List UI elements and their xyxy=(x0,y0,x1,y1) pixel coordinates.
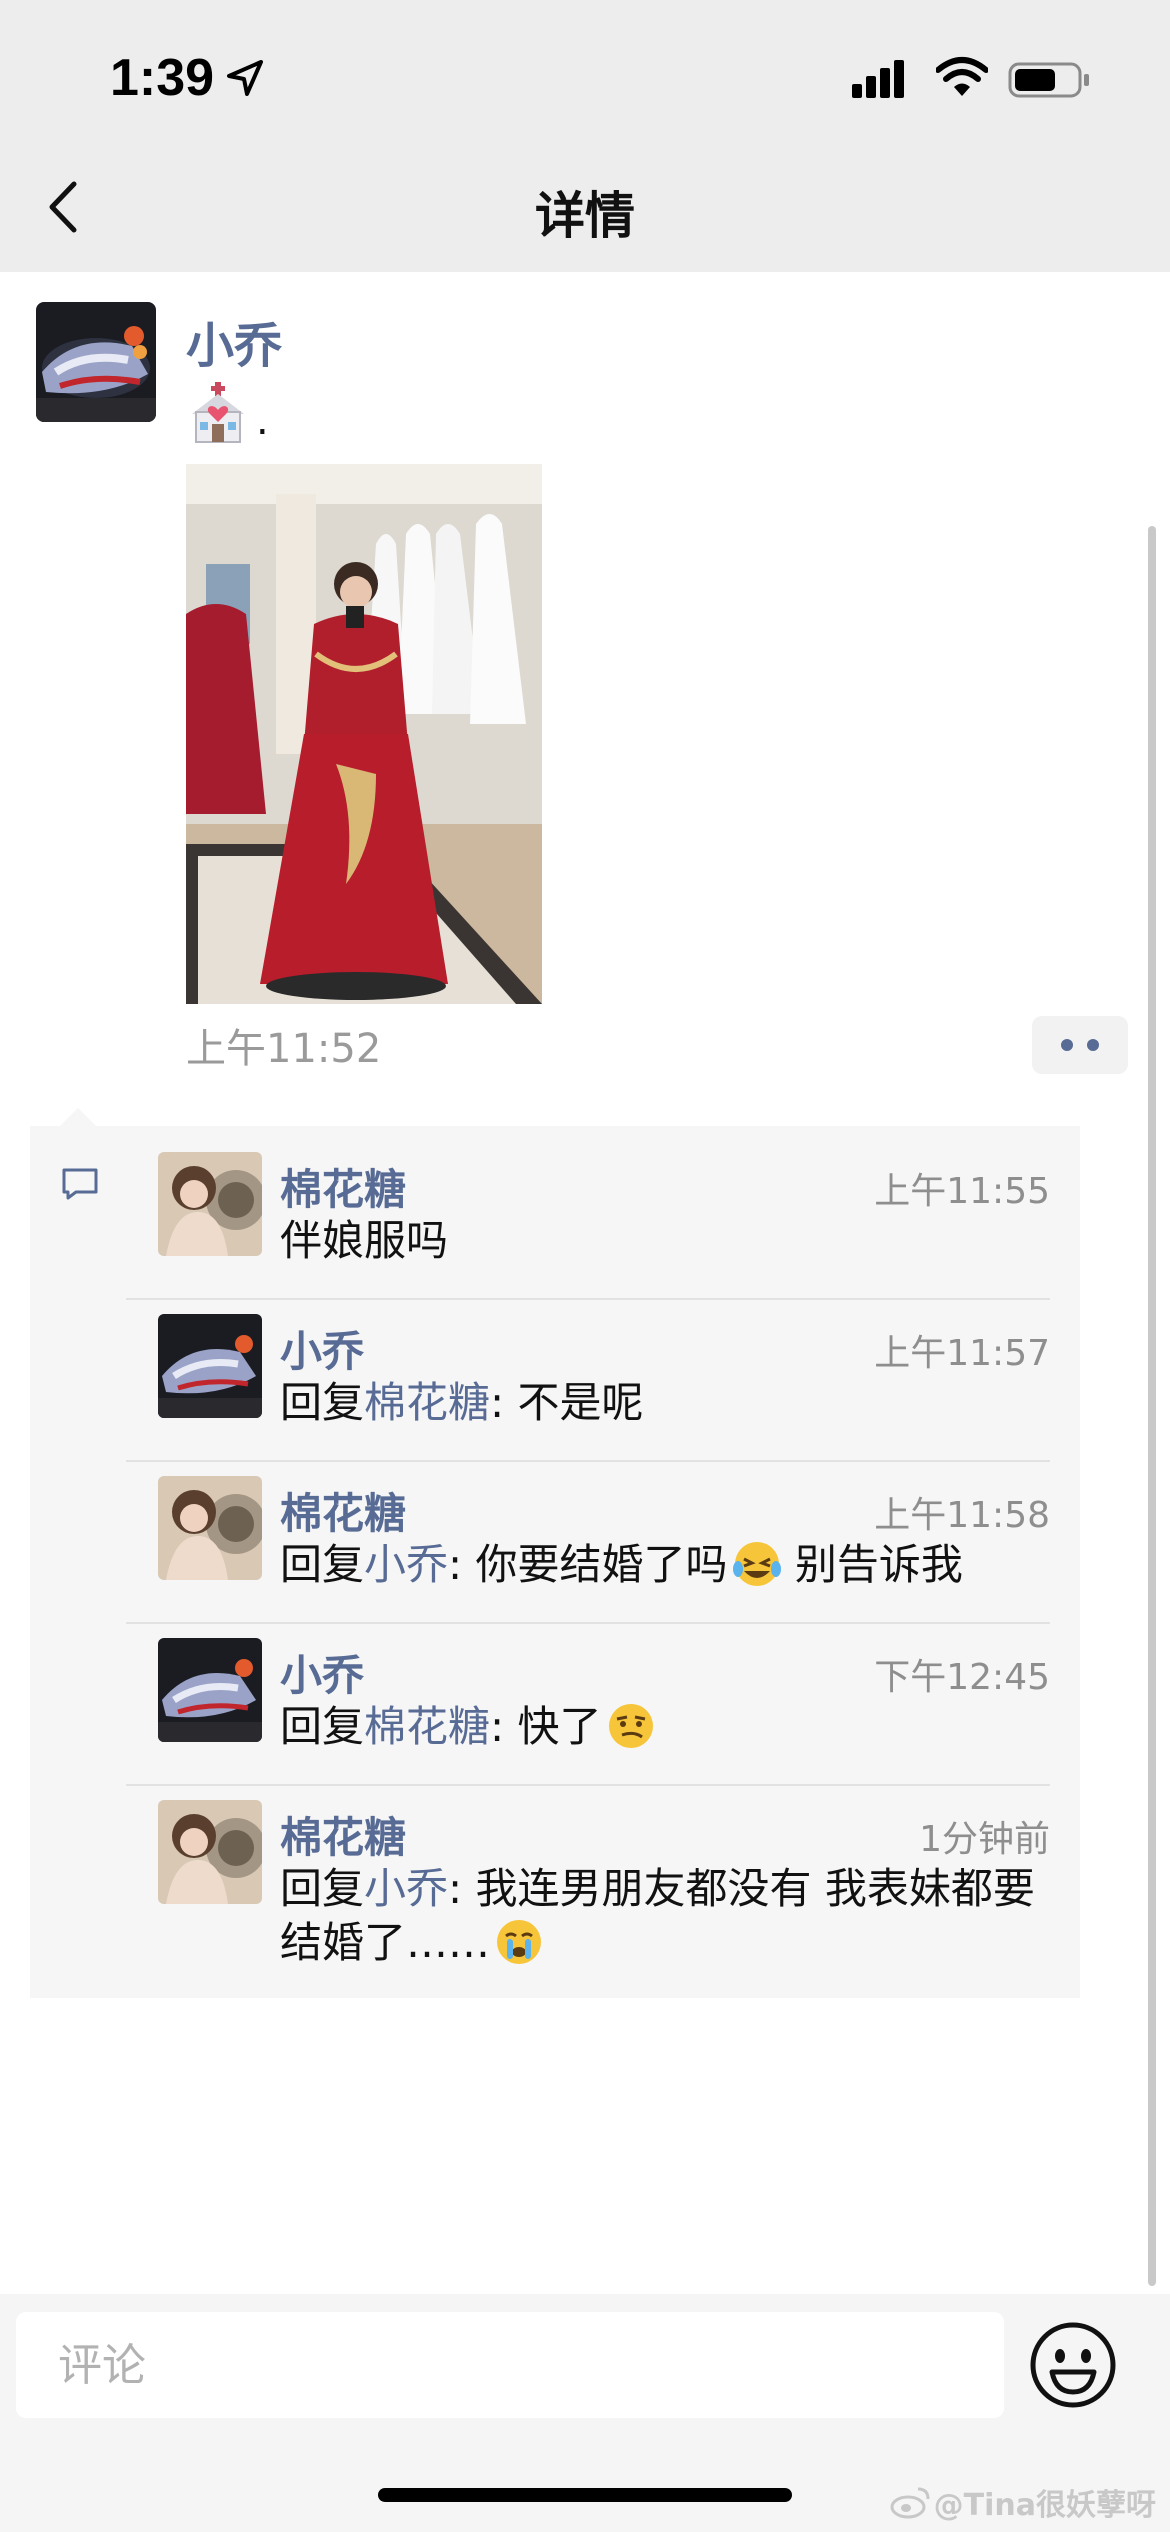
comment-content: : 不是呢 xyxy=(490,1378,644,1427)
post-author-name[interactable]: 小乔 xyxy=(186,306,282,376)
comments-caret xyxy=(60,1108,96,1126)
status-time: 1:39 xyxy=(110,49,215,107)
top-bar: 1:39 详情 xyxy=(0,0,1170,272)
divider xyxy=(126,1460,1050,1462)
scrollbar[interactable] xyxy=(1148,526,1156,2286)
post-photo[interactable] xyxy=(186,464,542,1004)
cellular-signal-icon xyxy=(852,60,904,98)
commenter-name[interactable]: 棉花糖 xyxy=(280,1804,406,1865)
comment-content: 伴娘服吗 xyxy=(280,1216,449,1265)
watermark-text: @Tina很妖孽呀 xyxy=(933,2488,1156,2523)
commenter-name[interactable]: 棉花糖 xyxy=(280,1156,406,1217)
comment-bubble-icon xyxy=(62,1168,98,1200)
comment-text: 回复小乔: 你要结婚了吗 别告诉我 xyxy=(280,1538,1060,1592)
post-text-suffix: . xyxy=(256,398,269,444)
emoji-button[interactable] xyxy=(1028,2320,1118,2410)
commenter-name[interactable]: 小乔 xyxy=(280,1642,364,1703)
reply-prefix: 回复 xyxy=(280,1540,365,1589)
commenter-avatar[interactable] xyxy=(158,1476,262,1580)
reply-prefix: 回复 xyxy=(280,1702,365,1751)
reply-target-name[interactable]: 小乔 xyxy=(364,1864,448,1913)
post-author-avatar[interactable] xyxy=(36,302,156,422)
divider xyxy=(126,1298,1050,1300)
comment-text: 回复棉花糖: 快了 xyxy=(280,1700,1060,1754)
comment-item[interactable]: 棉花糖 上午11:58 回复小乔: 你要结婚了吗 别告诉我 xyxy=(126,1460,1080,1622)
watermark: @Tina很妖孽呀 xyxy=(890,2480,1156,2524)
comment-content: : 你要结婚了吗 xyxy=(448,1540,728,1589)
wifi-icon xyxy=(936,57,988,96)
comment-input[interactable] xyxy=(16,2312,1004,2418)
weibo-logo-icon xyxy=(890,2487,930,2519)
comment-content-after: 别告诉我 xyxy=(781,1540,963,1589)
comment-time: 下午12:45 xyxy=(874,1657,1050,1698)
dot-icon xyxy=(1087,1039,1099,1051)
comment-item[interactable]: 棉花糖 1分钟前 回复小乔: 我连男朋友都没有 我表妹都要结婚了…… xyxy=(126,1784,1080,1984)
home-indicator xyxy=(378,2488,792,2502)
reply-target-name[interactable]: 棉花糖 xyxy=(364,1378,490,1427)
comment-time: 上午11:58 xyxy=(874,1495,1050,1536)
comment-time: 上午11:57 xyxy=(874,1333,1050,1374)
page-title: 详情 xyxy=(535,187,635,245)
comment-text: 回复小乔: 我连男朋友都没有 我表妹都要结婚了…… xyxy=(280,1862,1060,1970)
smirk-emoji xyxy=(608,1704,653,1748)
post-timestamp: 上午11:52 xyxy=(186,1026,382,1072)
commenter-avatar[interactable] xyxy=(158,1314,262,1418)
comment-time: 上午11:55 xyxy=(874,1171,1050,1212)
location-arrow-icon xyxy=(227,60,263,96)
commenter-avatar[interactable] xyxy=(158,1800,262,1904)
comment-item[interactable]: 棉花糖 上午11:55 伴娘服吗 xyxy=(126,1136,1080,1298)
comment-content: : 快了 xyxy=(490,1702,602,1751)
comment-item[interactable]: 小乔 上午11:57 回复棉花糖: 不是呢 xyxy=(126,1298,1080,1460)
comment-text: 伴娘服吗 xyxy=(280,1214,1060,1268)
reply-target-name[interactable]: 小乔 xyxy=(364,1540,448,1589)
more-actions-button[interactable] xyxy=(1032,1016,1128,1074)
reply-prefix: 回复 xyxy=(280,1378,365,1427)
reply-prefix: 回复 xyxy=(280,1864,365,1913)
divider xyxy=(126,1622,1050,1624)
commenter-avatar[interactable] xyxy=(158,1638,262,1742)
post-text: . xyxy=(186,378,269,444)
commenter-name[interactable]: 小乔 xyxy=(280,1318,364,1379)
commenter-name[interactable]: 棉花糖 xyxy=(280,1480,406,1541)
comment-time: 1分钟前 xyxy=(919,1819,1050,1860)
reply-target-name[interactable]: 棉花糖 xyxy=(364,1702,490,1751)
crying-emoji xyxy=(497,1920,542,1964)
laughing-crying-emoji xyxy=(732,1542,781,1586)
commenter-avatar[interactable] xyxy=(158,1152,262,1256)
battery-icon xyxy=(1008,62,1089,98)
divider xyxy=(126,1784,1050,1786)
comment-text: 回复棉花糖: 不是呢 xyxy=(280,1376,1060,1430)
comments-panel: 棉花糖 上午11:55 伴娘服吗 小乔 上午11:57 回复棉花糖: 不是呢 棉… xyxy=(30,1126,1080,1998)
comment-item[interactable]: 小乔 下午12:45 回复棉花糖: 快了 xyxy=(126,1622,1080,1784)
dot-icon xyxy=(1061,1039,1073,1051)
wedding-chapel-emoji xyxy=(192,382,244,443)
